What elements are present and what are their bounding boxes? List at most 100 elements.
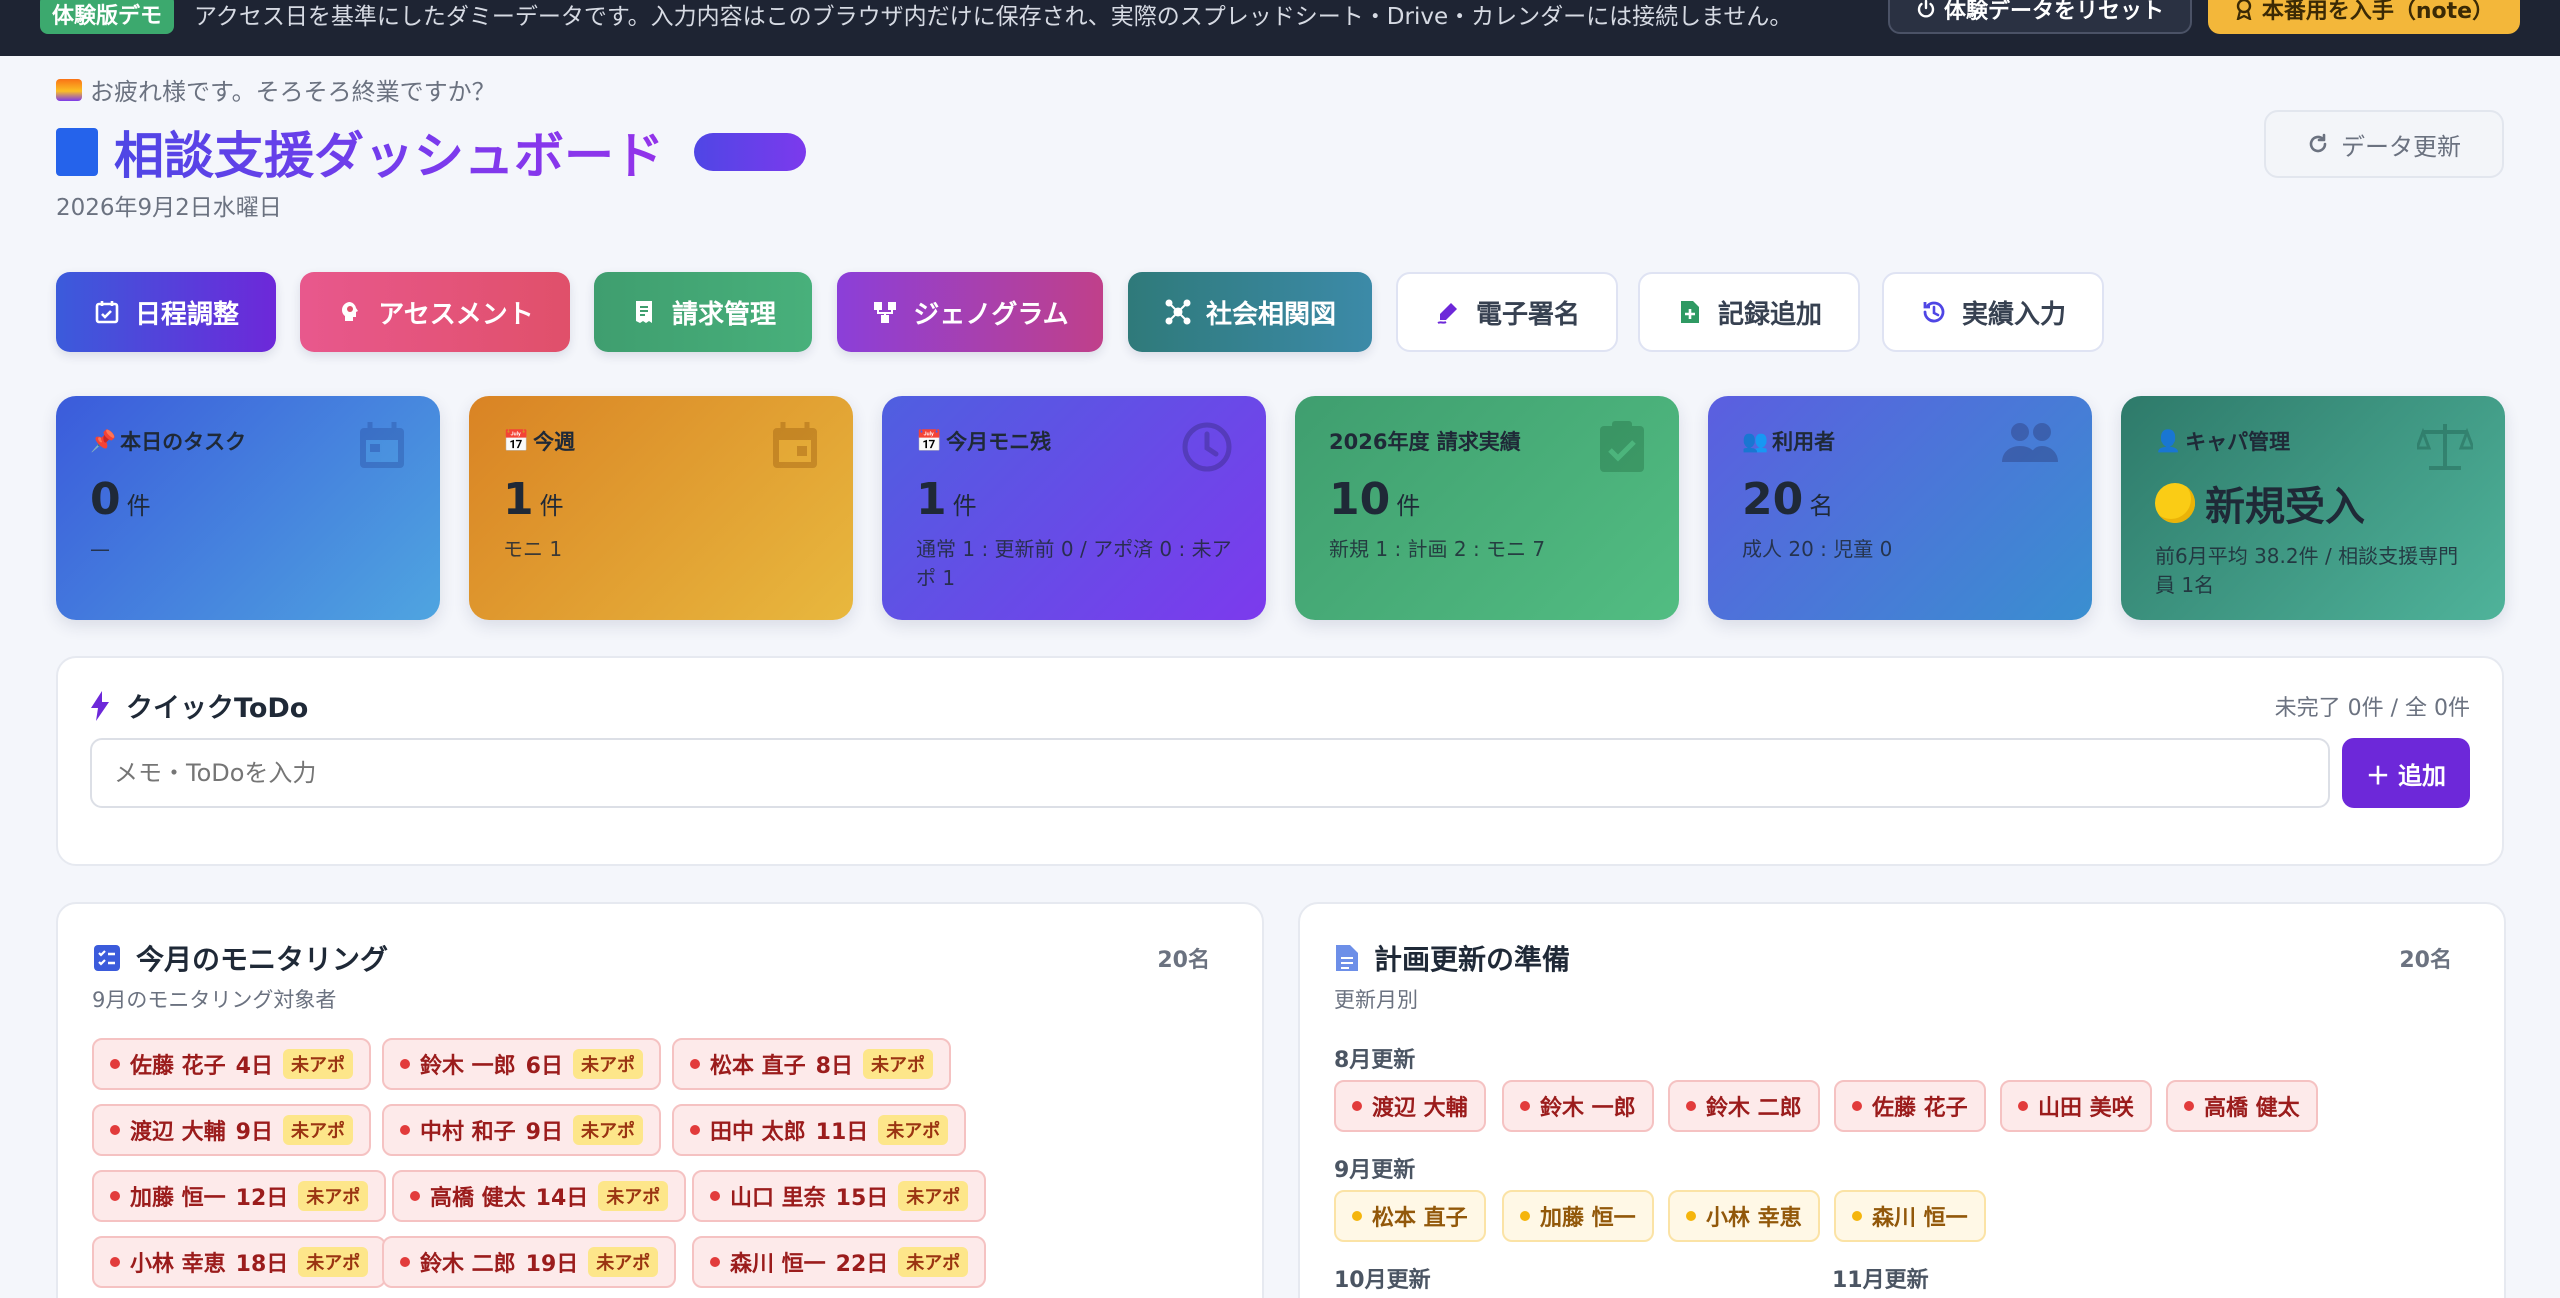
status-dot [710, 1257, 720, 1267]
clock-icon [1180, 420, 1234, 478]
page-title: 相談支援ダッシュボード [114, 116, 664, 188]
refresh-icon [2309, 133, 2327, 153]
schedule-button[interactable]: 日程調整 [56, 272, 276, 352]
refresh-data-button[interactable]: データ更新 [2264, 110, 2504, 178]
stat-unit: 件 [539, 492, 564, 520]
no-appointment-badge: 未アポ [298, 1247, 369, 1277]
client-name: 鈴木 二郎 [420, 1252, 516, 1277]
monitoring-chip[interactable]: 小林 幸恵 18日 未アポ [92, 1236, 387, 1288]
client-name: 加藤 恒一 [1540, 1206, 1636, 1231]
client-name: 高橋 健太 [430, 1186, 526, 1211]
signature-pen-icon [1434, 298, 1462, 326]
clipboard-check-icon [1597, 420, 1647, 478]
title-badge [694, 133, 806, 171]
scale-icon [2414, 420, 2476, 476]
checklist-icon [94, 945, 120, 971]
stat-subtext: 新規 1 : 計画 2 : モニ 7 [1329, 537, 1546, 561]
quick-todo-title: クイックToDo [90, 686, 308, 725]
stat-card-monitoring-remaining[interactable]: 📅 今月モニ残 1件 通常 1 : 更新前 0 / アポ済 0 : 未アポ 1 [882, 396, 1266, 620]
monitoring-chip[interactable]: 鈴木 一郎 6日 未アポ [382, 1038, 661, 1090]
plan-chip[interactable]: 森川 恒一 [1834, 1190, 1986, 1242]
monitoring-title: 今月のモニタリング [92, 938, 388, 978]
status-dot [1852, 1101, 1862, 1111]
stat-value: 新規受入 [2155, 474, 2365, 532]
stat-card-billing[interactable]: 2026年度 請求実績 10 件 新規 1 : 計画 2 : モニ 7 [1295, 396, 1679, 620]
monitoring-chip[interactable]: 山口 里奈 15日 未アポ [692, 1170, 987, 1222]
monitoring-chip[interactable]: 鈴木 二郎 19日 未アポ [382, 1236, 677, 1288]
people-icon: 👥 [1742, 428, 1769, 453]
ecomap-button[interactable]: 社会相関図 [1128, 272, 1372, 352]
monitoring-chip[interactable]: 松本 直子 8日 未アポ [672, 1038, 951, 1090]
stat-card-capacity[interactable]: 👤 キャパ管理 新規受入 前6月平均 38.2件 / 相談支援専門員 1名 [2121, 396, 2505, 620]
plan-chip[interactable]: 小林 幸恵 [1668, 1190, 1820, 1242]
add-todo-button[interactable]: ＋ 追加 [2342, 738, 2470, 808]
stat-subtext: 前6月平均 38.2件 / 相談支援専門員 1名 [2155, 544, 2459, 597]
monitoring-day: 12日 [235, 1186, 289, 1211]
status-dot [1686, 1101, 1696, 1111]
calendar-small-icon: 📅 [503, 428, 530, 453]
client-name: 鈴木 一郎 [1540, 1096, 1636, 1121]
group-label-november: 11月更新 [1832, 1268, 1929, 1293]
no-appointment-badge: 未アポ [598, 1181, 669, 1211]
genogram-button[interactable]: ジェノグラム [837, 272, 1103, 352]
get-production-button[interactable]: 本番用を入手（note） [2208, 0, 2520, 34]
stat-unit: 名 [1809, 492, 1834, 520]
monitoring-day: 18日 [235, 1252, 289, 1277]
e-signature-button[interactable]: 電子署名 [1396, 272, 1618, 352]
status-dot [110, 1191, 120, 1201]
plan-chip[interactable]: 鈴木 二郎 [1668, 1080, 1820, 1132]
client-name: 加藤 恒一 [130, 1186, 226, 1211]
stat-subtext: 通常 1 : 更新前 0 / アポ済 0 : 未アポ 1 [916, 537, 1232, 590]
billing-button[interactable]: 請求管理 [594, 272, 812, 352]
quick-todo-panel: クイックToDo 未完了 0件 / 全 0件 ＋ 追加 [56, 656, 2504, 866]
plan-chip[interactable]: 松本 直子 [1334, 1190, 1486, 1242]
reset-demo-button[interactable]: 体験データをリセット [1888, 0, 2192, 34]
monitoring-day: 4日 [235, 1054, 273, 1079]
assessment-button[interactable]: アセスメント [300, 272, 570, 352]
client-name: 松本 直子 [710, 1054, 806, 1079]
monitoring-chip[interactable]: 加藤 恒一 12日 未アポ [92, 1170, 387, 1222]
assessment-label: アセスメント [378, 299, 534, 330]
plan-chip[interactable]: 高橋 健太 [2166, 1080, 2318, 1132]
group-label-october: 10月更新 [1334, 1268, 1431, 1293]
monitoring-chip[interactable]: 中村 和子 9日 未アポ [382, 1104, 661, 1156]
monitoring-day: 15日 [835, 1186, 889, 1211]
monitoring-chip[interactable]: 渡辺 大輔 9日 未アポ [92, 1104, 371, 1156]
genogram-icon [871, 298, 899, 326]
plan-chip[interactable]: 佐藤 花子 [1834, 1080, 1986, 1132]
no-appointment-badge: 未アポ [588, 1247, 659, 1277]
e-signature-label: 電子署名 [1475, 299, 1580, 330]
title-row: 相談支援ダッシュボード [56, 116, 806, 188]
performance-entry-button[interactable]: 実績入力 [1882, 272, 2104, 352]
stat-value: 20 [1742, 474, 1804, 525]
stat-card-this-week[interactable]: 📅 今週 1件 モニ 1 [469, 396, 853, 620]
monitoring-count: 20名 [1157, 948, 1210, 973]
monitoring-chip[interactable]: 佐藤 花子 4日 未アポ [92, 1038, 371, 1090]
plan-chip[interactable]: 加藤 恒一 [1502, 1190, 1654, 1242]
status-dot [1352, 1211, 1362, 1221]
monitoring-chip[interactable]: 高橋 健太 14日 未アポ [392, 1170, 687, 1222]
monitoring-chip[interactable]: 森川 恒一 22日 未アポ [692, 1236, 987, 1288]
stat-subtext: 成人 20 : 児童 0 [1742, 537, 1893, 561]
stat-card-users[interactable]: 👥 利用者 20 名 成人 20 : 児童 0 [1708, 396, 2092, 620]
client-name: 佐藤 花子 [1872, 1096, 1968, 1121]
plan-chip[interactable]: 鈴木 一郎 [1502, 1080, 1654, 1132]
monitoring-subtitle: 9月のモニタリング対象者 [92, 988, 337, 1012]
get-production-label: 本番用を入手（note） [2261, 0, 2495, 24]
no-appointment-badge: 未アポ [282, 1115, 353, 1145]
add-record-button[interactable]: 記録追加 [1638, 272, 1860, 352]
status-dot [690, 1125, 700, 1135]
stat-unit: 件 [952, 492, 977, 520]
status-dot [1852, 1211, 1862, 1221]
status-dot [1352, 1101, 1362, 1111]
stat-card-today-tasks[interactable]: 📌 本日のタスク 0件 — [56, 396, 440, 620]
plan-update-title: 計画更新の準備 [1334, 938, 1570, 978]
no-appointment-badge: 未アポ [572, 1115, 643, 1145]
plan-chip[interactable]: 山田 美咲 [2000, 1080, 2152, 1132]
plan-chip[interactable]: 渡辺 大輔 [1334, 1080, 1486, 1132]
status-dot [400, 1125, 410, 1135]
todo-input[interactable] [90, 738, 2330, 808]
monitoring-chip[interactable]: 田中 太郎 11日 未アポ [672, 1104, 967, 1156]
add-record-label: 記録追加 [1717, 299, 1822, 330]
status-dot [400, 1257, 410, 1267]
